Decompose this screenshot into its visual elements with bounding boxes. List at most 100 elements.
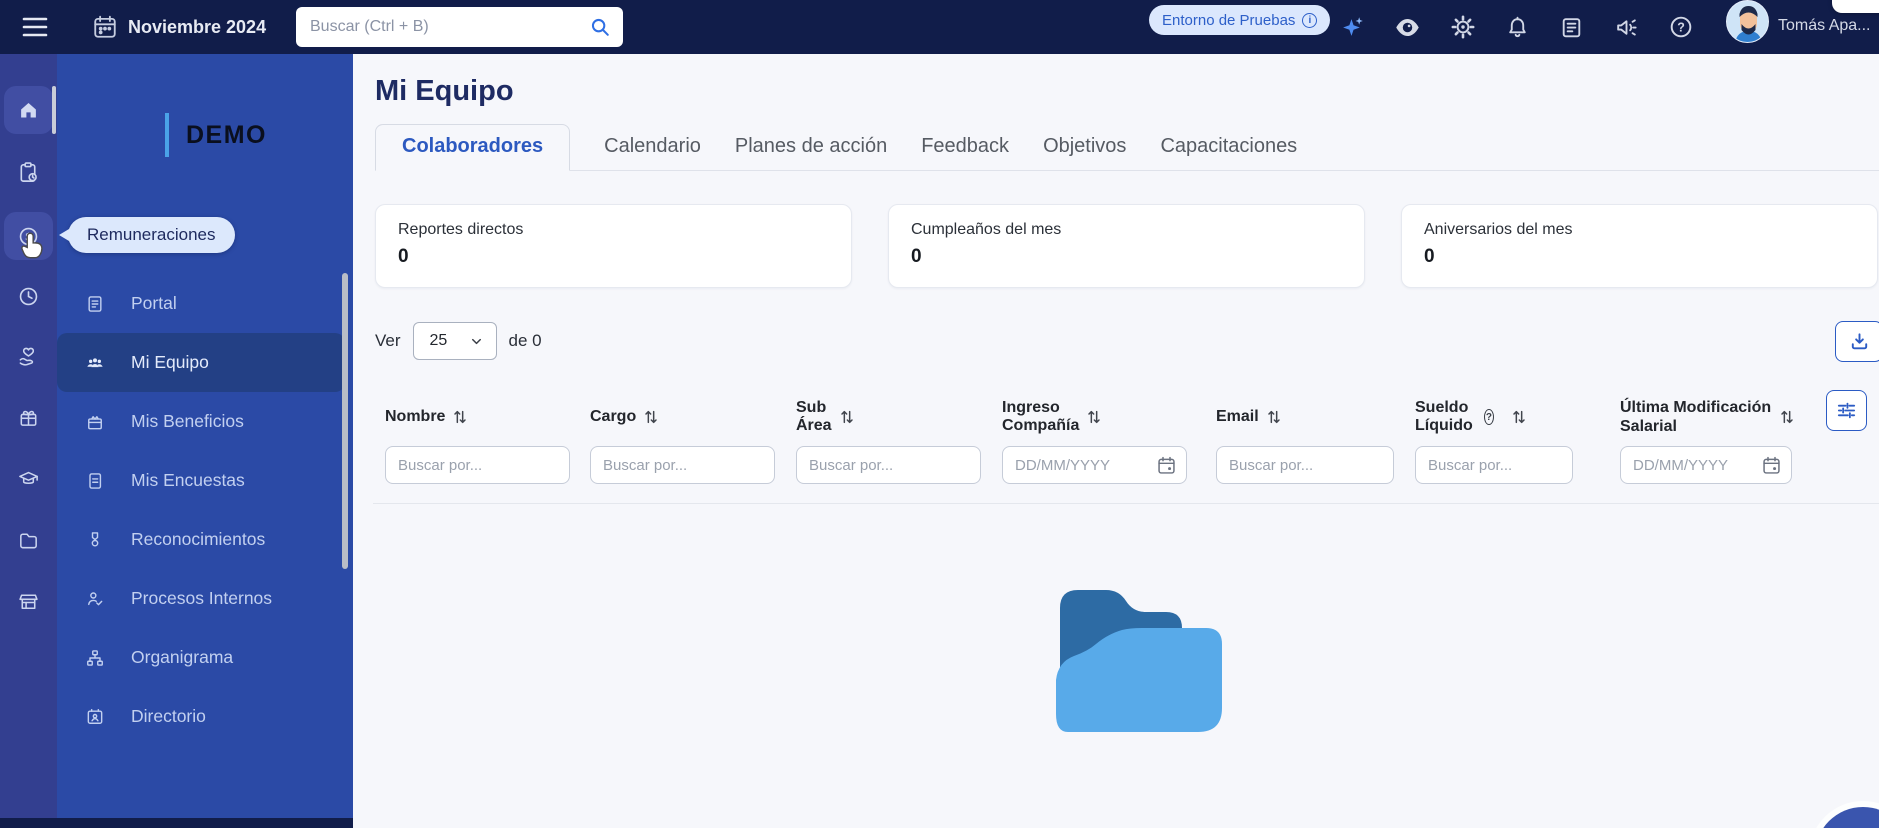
sort-icon[interactable]	[840, 409, 854, 425]
sidebar-icon-rail: $	[0, 54, 57, 818]
card-value: 0	[398, 246, 409, 267]
tab-capacitaciones[interactable]: Capacitaciones	[1160, 135, 1297, 170]
help-icon[interactable]: ?	[1661, 7, 1701, 47]
sidebar-item-mis-encuestas[interactable]: Mis Encuestas	[57, 451, 353, 510]
sort-icon[interactable]	[453, 409, 467, 425]
hand-heart-icon[interactable]	[4, 332, 53, 380]
column-label: Nombre	[385, 408, 446, 425]
gift-icon[interactable]	[4, 393, 53, 441]
storefront-icon[interactable]	[4, 577, 53, 625]
logo-accent-bar	[165, 113, 169, 157]
home-icon[interactable]	[4, 86, 53, 134]
filter-input-nombre[interactable]	[386, 447, 569, 483]
filter-input-cargo[interactable]	[591, 447, 774, 483]
filter-email	[1216, 446, 1394, 484]
contact-card-icon	[85, 707, 105, 727]
main-content: Mi Equipo Colaboradores Calendario Plane…	[353, 54, 1879, 828]
calendar-picker-icon[interactable]	[1156, 455, 1177, 476]
tab-bar: Colaboradores Calendario Planes de acció…	[375, 124, 1879, 171]
gear-icon[interactable]	[1443, 7, 1483, 47]
document-icon	[85, 294, 105, 314]
avatar[interactable]	[1726, 0, 1769, 43]
sidebar-item-label: Mi Equipo	[131, 352, 209, 372]
column-label: Ingreso Compañía	[1002, 399, 1080, 434]
floating-action-button[interactable]	[1815, 807, 1879, 828]
filter-input-sub-area[interactable]	[797, 447, 980, 483]
column-header-ingreso-compania: Ingreso Compañía	[1002, 393, 1101, 441]
page-title: Mi Equipo	[375, 75, 514, 107]
sort-icon[interactable]	[644, 409, 658, 425]
column-header-cargo: Cargo	[590, 393, 658, 441]
calendar-picker-icon[interactable]	[1761, 455, 1782, 476]
download-button[interactable]	[1835, 321, 1879, 362]
sidebar-item-mis-beneficios[interactable]: Mis Beneficios	[57, 392, 353, 451]
sort-icon[interactable]	[1780, 409, 1794, 425]
column-settings-button[interactable]	[1826, 390, 1867, 431]
tab-objetivos[interactable]: Objetivos	[1043, 135, 1126, 170]
help-circle-icon[interactable]: ?	[1484, 409, 1494, 425]
filter-ingreso-compania	[1002, 446, 1187, 484]
filter-sub-area	[796, 446, 981, 484]
sidebar-item-label: Mis Beneficios	[131, 411, 244, 431]
user-name[interactable]: Tomás Apa...	[1778, 17, 1871, 35]
megaphone-icon[interactable]	[1606, 7, 1646, 47]
search-icon[interactable]	[589, 16, 611, 38]
mouse-cursor	[20, 232, 46, 260]
environment-badge-label: Entorno de Pruebas	[1162, 11, 1296, 29]
sidebar-item-label: Organigrama	[131, 647, 234, 667]
sort-icon[interactable]	[1087, 409, 1101, 425]
sidebar-item-reconocimientos[interactable]: Reconocimientos	[57, 510, 353, 569]
page-size-value: 25	[429, 332, 448, 349]
rail-tooltip-label: Remuneraciones	[87, 225, 216, 244]
clipboard-clock-icon[interactable]	[4, 148, 53, 196]
sidebar-item-label: Portal	[131, 293, 177, 313]
column-label: Cargo	[590, 408, 637, 425]
column-label: Última Modificación Salarial	[1620, 399, 1772, 435]
panel-scrollbar[interactable]	[342, 273, 348, 569]
sparkles-icon[interactable]	[1332, 7, 1372, 47]
sidebar-item-label: Mis Encuestas	[131, 470, 245, 490]
filter-cargo	[590, 446, 775, 484]
page-size-select[interactable]: 25	[412, 322, 497, 360]
sidebar-item-mi-equipo[interactable]: Mi Equipo	[57, 333, 345, 392]
search-input[interactable]	[310, 7, 570, 47]
topbar: Noviembre 2024 Entorno de Pruebas i	[0, 0, 1879, 54]
logo-text: DEMO	[186, 120, 267, 149]
card-value: 0	[911, 246, 922, 267]
sidebar-panel: DEMO Portal Mi Equipo Mis Beneficios Mis…	[57, 54, 353, 818]
graduation-cap-icon[interactable]	[4, 454, 53, 502]
sidebar-item-portal[interactable]: Portal	[57, 274, 353, 333]
environment-badge[interactable]: Entorno de Pruebas i	[1149, 5, 1331, 35]
rail-scrollbar[interactable]	[52, 86, 56, 134]
person-check-icon	[85, 589, 105, 609]
column-header-email: Email	[1216, 393, 1281, 441]
brand-logo: DEMO	[165, 113, 267, 157]
sidebar-item-directorio[interactable]: Directorio	[57, 687, 353, 746]
tab-planes-de-accion[interactable]: Planes de acción	[735, 135, 887, 170]
sort-icon[interactable]	[1512, 409, 1526, 425]
info-icon[interactable]: i	[1302, 12, 1318, 28]
column-label: Sub Área	[796, 399, 832, 434]
tab-calendario[interactable]: Calendario	[604, 135, 701, 170]
chevron-down-icon	[471, 338, 481, 344]
filter-ultima-modificacion	[1620, 446, 1792, 484]
card-cumpleanos-del-mes: Cumpleaños del mes 0	[888, 204, 1365, 288]
calendar-icon[interactable]	[92, 14, 118, 40]
filter-nombre	[385, 446, 570, 484]
sidebar-item-organigrama[interactable]: Organigrama	[57, 628, 353, 687]
org-chart-icon	[85, 648, 105, 668]
bell-icon[interactable]	[1497, 7, 1537, 47]
folder-icon[interactable]	[4, 516, 53, 564]
news-icon[interactable]	[1551, 7, 1591, 47]
eye-icon[interactable]	[1387, 7, 1427, 47]
sidebar-item-procesos-internos[interactable]: Procesos Internos	[57, 569, 353, 628]
period-label[interactable]: Noviembre 2024	[128, 17, 266, 38]
tab-colaboradores[interactable]: Colaboradores	[375, 124, 571, 171]
sort-icon[interactable]	[1267, 409, 1281, 425]
clock-icon[interactable]	[4, 272, 53, 320]
tab-feedback[interactable]: Feedback	[921, 135, 1009, 170]
filter-input-sueldo-liquido[interactable]	[1416, 447, 1572, 483]
popover-corner	[1832, 0, 1879, 13]
filter-input-email[interactable]	[1217, 447, 1393, 483]
hamburger-menu-icon[interactable]	[22, 15, 48, 39]
